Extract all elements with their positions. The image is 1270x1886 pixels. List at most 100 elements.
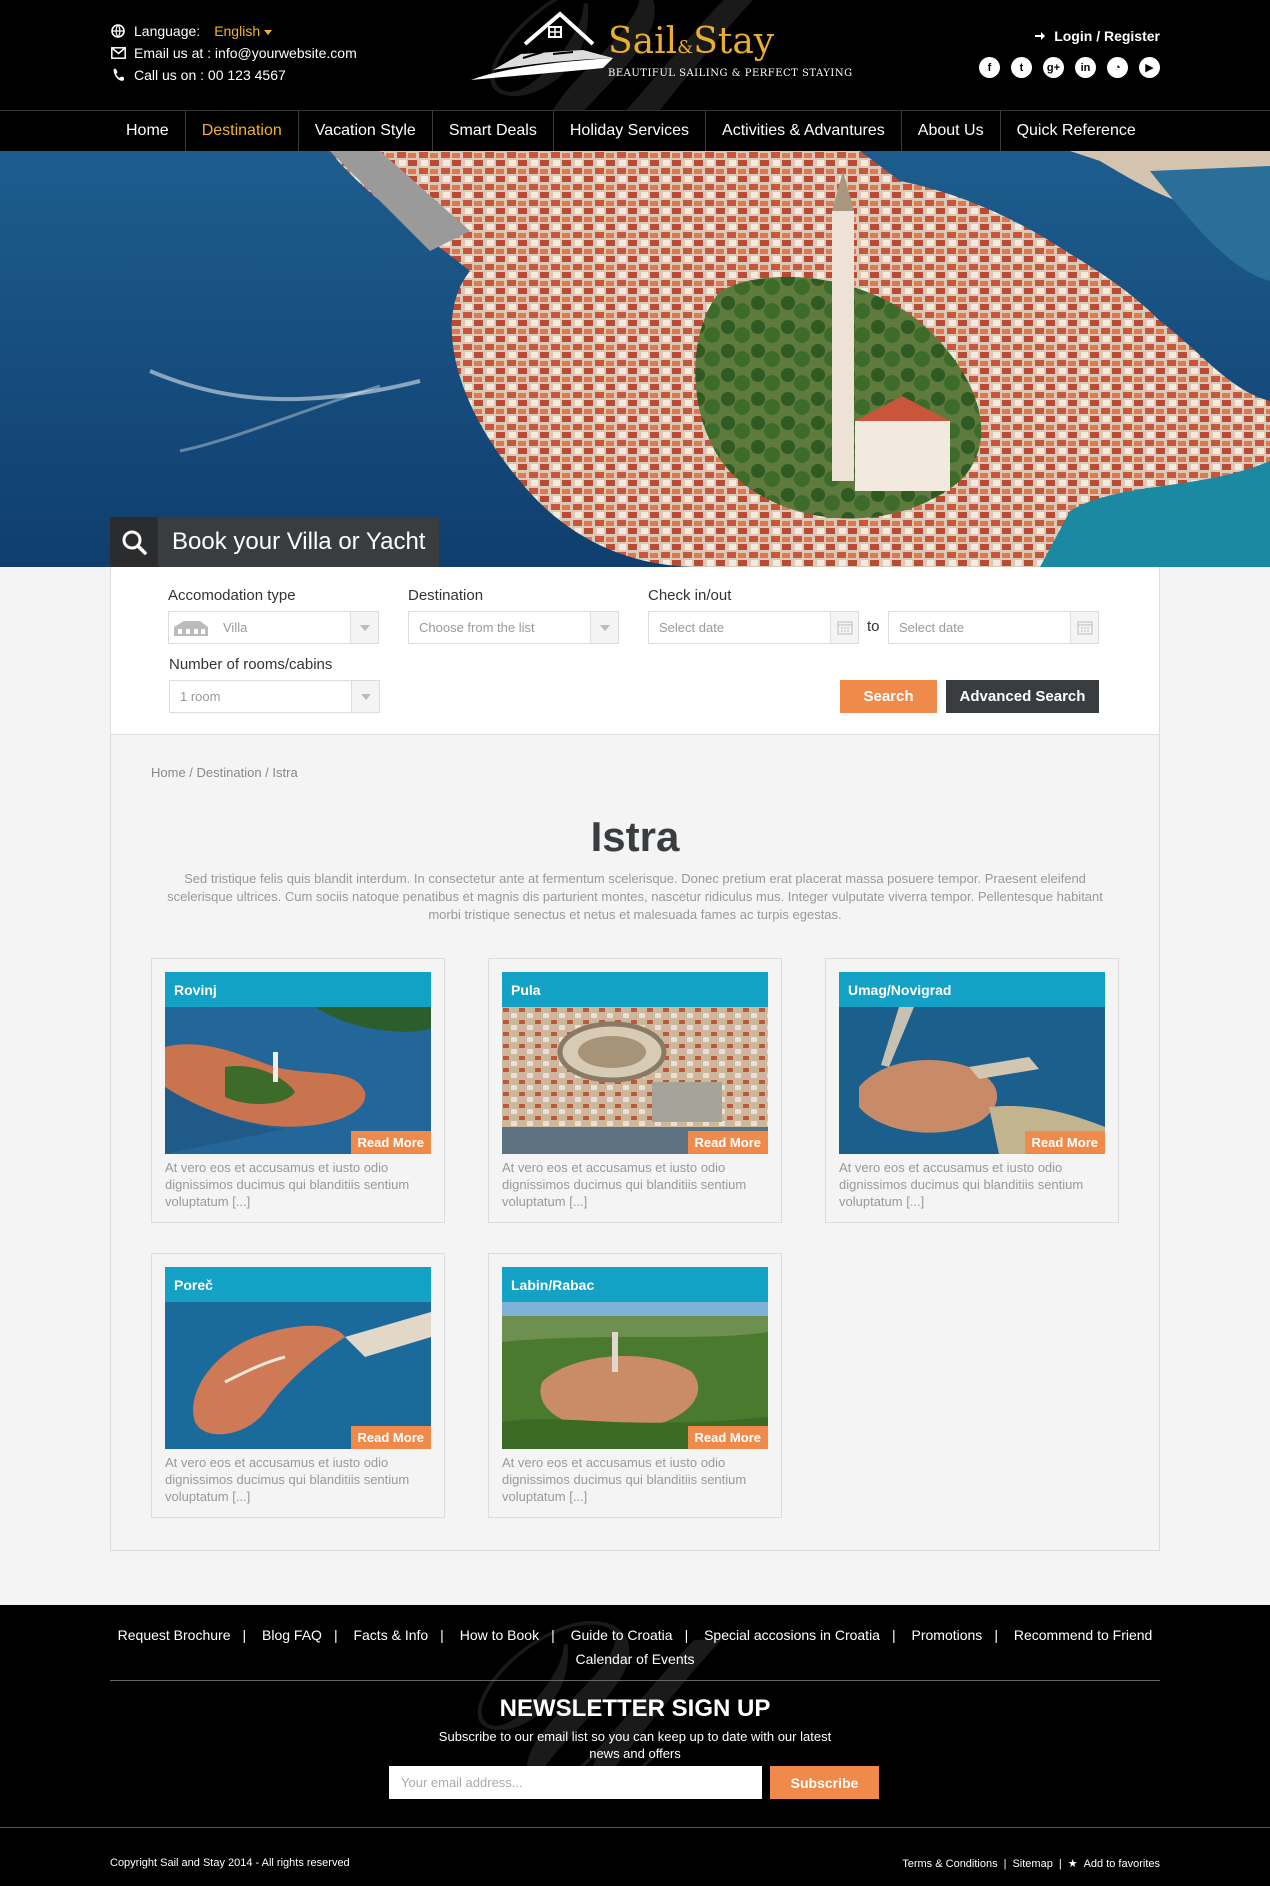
chevron-down-icon (264, 29, 273, 35)
footer-link[interactable]: Blog FAQ (262, 1627, 322, 1643)
destination-card[interactable]: Labin/Rabac Read More At vero eos et acc… (488, 1253, 782, 1518)
card-title: Rovinj (165, 972, 431, 1007)
hero-aerial-image (0, 151, 1270, 567)
envelope-icon (110, 45, 126, 61)
nav-item-home[interactable]: Home (110, 111, 185, 151)
footer: 𝒰 Request Brochure | Blog FAQ | Facts & In… (0, 1605, 1270, 1886)
newsletter-title: NEWSLETTER SIGN UP (499, 1695, 771, 1722)
terms-link[interactable]: Terms & Conditions (902, 1858, 997, 1870)
card-description: At vero eos et accusamus et iusto odio d… (502, 1455, 747, 1504)
divider (0, 1827, 1270, 1828)
calendar-icon[interactable] (830, 612, 858, 643)
footer-links: Request Brochure | Blog FAQ | Facts & Info… (117, 1627, 1153, 1667)
calendar-icon[interactable] (1070, 612, 1098, 643)
hero-banner: Book your Villa or Yacht (0, 151, 1270, 567)
youtube-icon[interactable]: ▶ (1139, 57, 1160, 78)
phone-icon (110, 67, 126, 83)
destination-card[interactable]: Poreč Read More At vero eos et accusamus… (151, 1253, 445, 1518)
intro-text: Sed tristique felis quis blandit interdu… (167, 871, 1103, 922)
chevron-down-icon (350, 612, 378, 643)
card-title: Poreč (165, 1267, 431, 1302)
card-title: Umag/Novigrad (839, 972, 1105, 1007)
read-more-button[interactable]: Read More (350, 1131, 431, 1154)
destination-image[interactable]: Umag/Novigrad Read More (839, 972, 1105, 1154)
nav-item-quick-reference[interactable]: Quick Reference (999, 111, 1152, 151)
villa-icon (169, 619, 213, 637)
advanced-search-button[interactable]: Advanced Search (946, 680, 1099, 713)
rooms-select[interactable]: 1 room (169, 680, 380, 713)
card-title: Pula (502, 972, 768, 1007)
star-icon: ★ (1067, 1858, 1078, 1870)
read-more-button[interactable]: Read More (687, 1131, 768, 1154)
booking-title-bar: Book your Villa or Yacht (110, 517, 440, 567)
twitter-icon[interactable]: t (1011, 57, 1032, 78)
booking-title: Book your Villa or Yacht (172, 528, 426, 555)
globe-icon (110, 23, 126, 39)
footer-link-calendar[interactable]: Calendar of Events (575, 1651, 694, 1667)
card-description: At vero eos et accusamus et iusto odio d… (165, 1160, 410, 1209)
logo[interactable]: Sail&Stay BEAUTIFUL SAILING & PERFECT ST… (463, 10, 883, 90)
search-button[interactable]: Search (840, 680, 937, 713)
read-more-button[interactable]: Read More (350, 1426, 431, 1449)
search-icon (110, 517, 158, 567)
nav-item-destination[interactable]: Destination (184, 111, 298, 151)
destination-card[interactable]: Umag/Novigrad Read More At vero eos et a… (825, 958, 1119, 1223)
phone-text: Call us on : 00 123 4567 (134, 67, 286, 83)
footer-link[interactable]: Promotions (912, 1627, 983, 1643)
add-to-favorites-link[interactable]: Add to favorites (1084, 1858, 1160, 1870)
contact-info: Language: English Email us at : info@you… (110, 20, 357, 86)
footer-link[interactable]: Recommend to Friend (1014, 1627, 1153, 1643)
destination-image[interactable]: Poreč Read More (165, 1267, 431, 1449)
language-dropdown[interactable]: English (208, 20, 273, 42)
destination-card[interactable]: Pula Read More At vero eos et accusamus … (488, 958, 782, 1223)
accommodation-type-label: Accomodation type (168, 587, 296, 604)
logo-subtitle: BEAUTIFUL SAILING & PERFECT STAYING (608, 67, 853, 79)
destination-select[interactable]: Choose from the list (408, 611, 619, 644)
footer-link[interactable]: Special accosions in Croatia (704, 1627, 880, 1643)
check-out-date-input[interactable]: Select date (888, 611, 1099, 644)
sitemap-link[interactable]: Sitemap (1012, 1858, 1052, 1870)
subscribe-button[interactable]: Subscribe (770, 1766, 879, 1799)
destination-label: Destination (408, 587, 484, 604)
email-link[interactable]: Email us at : info@yourwebsite.com (134, 42, 357, 64)
card-description: At vero eos et accusamus et iusto odio d… (502, 1160, 747, 1209)
footer-link[interactable]: Facts & Info (353, 1627, 428, 1643)
footer-link[interactable]: Guide to Croatia (571, 1627, 673, 1643)
footer-utility-links: Terms & Conditions | Sitemap | ★ Add to … (902, 1857, 1160, 1871)
breadcrumb[interactable]: Home / Destination / Istra (151, 765, 298, 780)
page-title: Istra (590, 813, 680, 860)
footer-link[interactable]: Request Brochure (118, 1627, 231, 1643)
language-value: English (214, 23, 261, 39)
logo-title: Sail&Stay (608, 20, 775, 62)
read-more-button[interactable]: Read More (1024, 1131, 1105, 1154)
rooms-label: Number of rooms/cabins (169, 656, 333, 673)
check-in-date-input[interactable]: Select date (648, 611, 859, 644)
accommodation-type-select[interactable]: Villa (168, 611, 379, 644)
destination-image[interactable]: Labin/Rabac Read More (502, 1267, 768, 1449)
read-more-button[interactable]: Read More (687, 1426, 768, 1449)
card-title: Labin/Rabac (502, 1267, 768, 1302)
nav-item-activities[interactable]: Activities & Advantures (705, 111, 901, 151)
nav-item-smart-deals[interactable]: Smart Deals (431, 111, 553, 151)
copyright: Copyright Sail and Stay 2014 - All right… (110, 1857, 350, 1869)
footer-link[interactable]: How to Book (460, 1627, 539, 1643)
destination-image[interactable]: Pula Read More (502, 972, 768, 1154)
yacht-house-logo-icon (471, 11, 613, 80)
main-nav: Home Destination Vacation Style Smart De… (0, 110, 1270, 151)
facebook-icon[interactable]: f (979, 57, 1000, 78)
destination-image[interactable]: Rovinj Read More (165, 972, 431, 1154)
check-in-out-label: Check in/out (648, 587, 732, 604)
social-links: f t g+ in ◔ ▶ (979, 57, 1160, 78)
rss-icon[interactable]: ◔ (1107, 57, 1128, 78)
newsletter-email-input[interactable]: Your email address... (389, 1766, 762, 1799)
booking-form: Accomodation type Villa Destination Choo… (110, 567, 1160, 735)
nav-item-about-us[interactable]: About Us (900, 111, 1000, 151)
nav-item-vacation-style[interactable]: Vacation Style (297, 111, 432, 151)
nav-item-holiday-services[interactable]: Holiday Services (552, 111, 705, 151)
destination-card[interactable]: Rovinj Read More At vero eos et accusamu… (151, 958, 445, 1223)
linkedin-icon[interactable]: in (1075, 57, 1096, 78)
login-register-link[interactable]: Login / Register (1034, 28, 1160, 44)
divider (110, 1680, 1160, 1681)
google-plus-icon[interactable]: g+ (1043, 57, 1064, 78)
to-label: to (867, 618, 880, 635)
